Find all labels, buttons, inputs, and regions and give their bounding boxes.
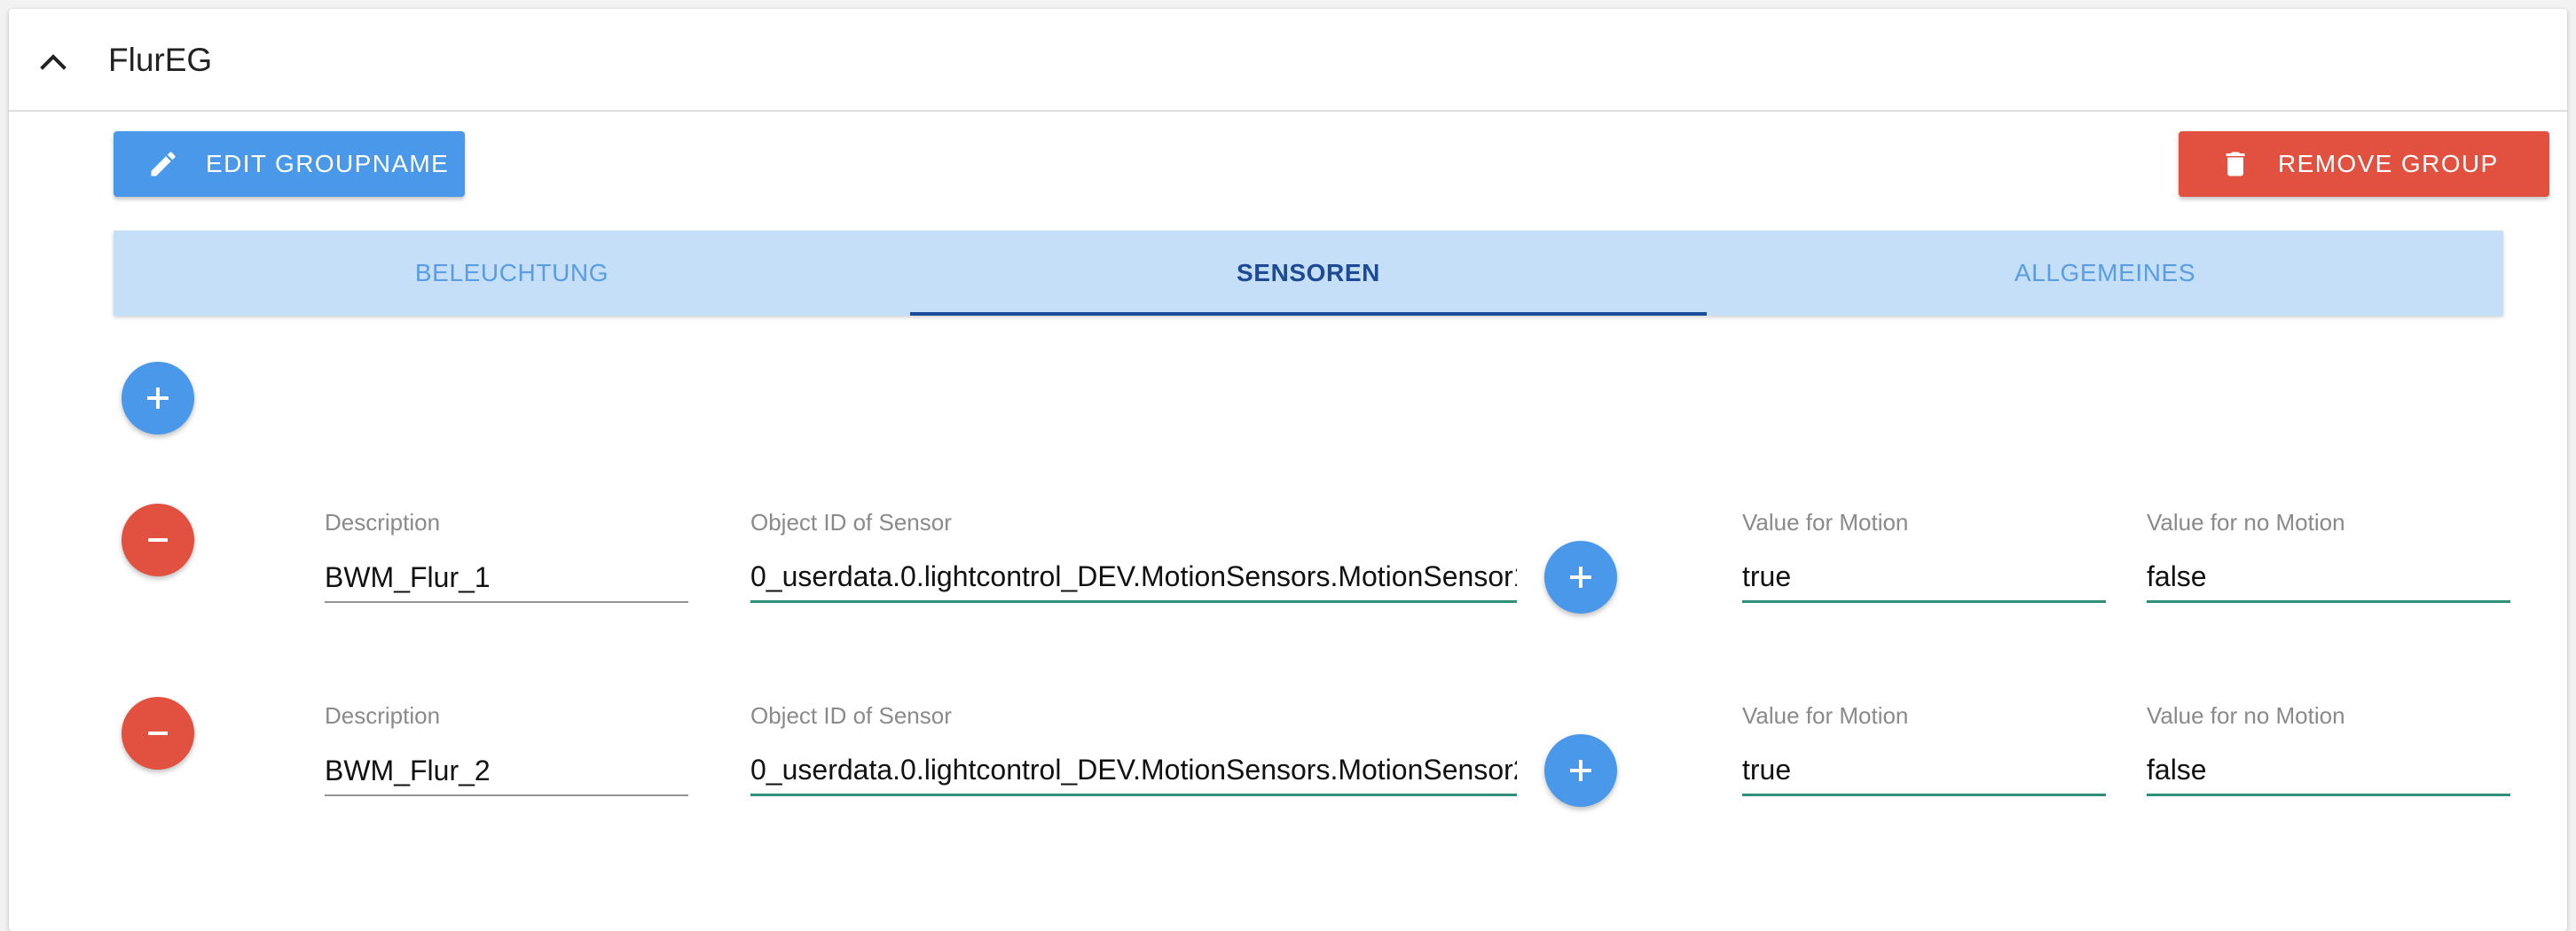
remove-sensor-button[interactable]: [122, 504, 194, 576]
edit-groupname-button[interactable]: EDIT GROUPNAME: [114, 131, 465, 197]
plus-icon: [1570, 567, 1591, 588]
tab-bar: BELEUCHTUNG SENSOREN ALLGEMEINES: [114, 231, 2503, 316]
group-title: FlurEG: [108, 42, 213, 78]
value-for-no-motion-label: Value for no Motion: [2147, 509, 2345, 536]
value-for-no-motion-field: Value for no Motion: [2147, 509, 2510, 624]
remove-group-button[interactable]: REMOVE GROUP: [2179, 131, 2549, 197]
remove-group-label: REMOVE GROUP: [2278, 150, 2499, 177]
chevron-up-icon[interactable]: [35, 48, 71, 73]
tab-sensoren[interactable]: SENSOREN: [910, 231, 1707, 316]
edit-groupname-label: EDIT GROUPNAME: [206, 150, 450, 177]
object-id-input[interactable]: [750, 553, 1517, 603]
plus-icon: [1570, 760, 1591, 781]
select-object-id-button[interactable]: [1544, 541, 1617, 614]
value-for-motion-input[interactable]: [1742, 553, 2106, 603]
minus-icon: [148, 538, 168, 542]
object-id-label: Object ID of Sensor: [750, 509, 952, 536]
value-for-motion-label: Value for Motion: [1742, 509, 1909, 536]
object-id-label: Object ID of Sensor: [750, 702, 952, 729]
value-for-no-motion-label: Value for no Motion: [2147, 702, 2345, 729]
sensor-object-id-field: Object ID of Sensor: [750, 702, 1517, 818]
description-label: Description: [325, 702, 441, 729]
value-for-motion-label: Value for Motion: [1742, 702, 1909, 729]
value-for-motion-field: Value for Motion: [1742, 509, 2106, 624]
remove-sensor-button[interactable]: [122, 697, 194, 770]
description-input[interactable]: [325, 553, 688, 603]
add-sensor-button[interactable]: [122, 362, 194, 434]
minus-icon: [148, 732, 168, 735]
sensor-description-field: Description: [325, 509, 688, 624]
value-for-no-motion-input[interactable]: [2147, 747, 2510, 796]
tab-beleuchtung[interactable]: BELEUCHTUNG: [114, 231, 910, 316]
group-header[interactable]: FlurEG: [9, 9, 2567, 112]
plus-icon: [147, 387, 169, 409]
value-for-motion-input[interactable]: [1742, 747, 2106, 796]
pencil-icon: [147, 148, 179, 180]
object-id-input[interactable]: [750, 747, 1517, 796]
tab-allgemeines[interactable]: ALLGEMEINES: [1707, 231, 2503, 316]
trash-icon: [2219, 148, 2251, 180]
sensor-object-id-field: Object ID of Sensor: [750, 509, 1517, 624]
value-for-no-motion-field: Value for no Motion: [2147, 702, 2510, 818]
value-for-motion-field: Value for Motion: [1742, 702, 2106, 818]
select-object-id-button[interactable]: [1544, 734, 1617, 807]
description-label: Description: [325, 509, 441, 536]
sensor-description-field: Description: [325, 702, 688, 818]
value-for-no-motion-input[interactable]: [2147, 553, 2510, 603]
description-input[interactable]: [325, 747, 688, 796]
